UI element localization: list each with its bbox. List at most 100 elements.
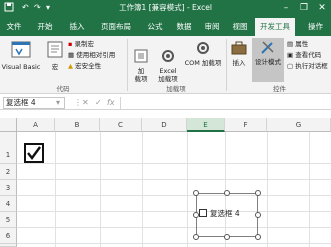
com-addins-button[interactable]: COM 加载项 [183, 39, 223, 67]
minimize-icon[interactable]: – [277, 0, 295, 16]
gridline [142, 132, 143, 247]
toolbox-icon [231, 41, 247, 55]
gridline [17, 195, 331, 196]
name-box-dropdown-icon[interactable]: ▾ [56, 97, 60, 109]
design-mode-label: 设计模式 [255, 58, 281, 66]
record-macro-label: 录制宏 [74, 40, 94, 48]
resize-handle[interactable] [224, 234, 230, 240]
resize-handle[interactable] [255, 212, 261, 218]
use-relative-label: 使用相对引用 [76, 51, 116, 59]
column-header[interactable]: A [17, 118, 55, 132]
record-macro-button[interactable]: ▪ 录制宏 [68, 40, 94, 49]
run-dialog-button[interactable]: ▢ 执行对话框 [287, 62, 328, 71]
design-mode-icon [261, 41, 274, 54]
record-macro-icon: ▪ [68, 40, 73, 48]
column-header[interactable]: F [225, 118, 267, 132]
resize-handle[interactable] [193, 234, 199, 240]
visual-basic-icon [11, 41, 31, 58]
com-addins-label: COM 加载项 [184, 59, 222, 67]
macros-button[interactable]: 宏 [44, 39, 66, 71]
addins-label: 加 载项 [134, 67, 148, 83]
column-header-selected[interactable]: E [187, 118, 225, 132]
gridline [17, 179, 331, 180]
tab-data[interactable]: 数据 [172, 18, 196, 36]
properties-icon: ▤ [287, 40, 294, 48]
worksheet-grid[interactable]: A B C D E F G 1 2 3 4 5 6 7 [0, 118, 331, 247]
resize-handle[interactable] [224, 190, 230, 196]
checkbox-control[interactable]: 复选框 4 [199, 209, 240, 219]
row-header[interactable]: 2 [0, 164, 17, 180]
checkmark-icon [27, 146, 41, 160]
column-header[interactable]: G [267, 118, 331, 132]
row-header[interactable]: 3 [0, 180, 17, 196]
title-bar: ↶ ↷ ▾ 工作簿1 [兼容模式] - Excel – ❐ ✕ [0, 0, 331, 16]
addins-group-label: 加载项 [166, 85, 186, 93]
tab-insert[interactable]: 插入 [64, 18, 90, 36]
properties-label: 属性 [295, 40, 309, 48]
visual-basic-label: Visual Basic [1, 63, 41, 71]
gridline [17, 163, 331, 164]
gridline [267, 132, 268, 247]
com-gear-icon [197, 42, 209, 54]
insert-function-icon[interactable]: fx [107, 97, 115, 109]
addins-icon [134, 49, 148, 63]
cancel-icon[interactable]: ✕ [82, 97, 89, 109]
row-header[interactable]: 6 [0, 228, 17, 244]
group-separator [226, 39, 227, 91]
tab-home[interactable]: 开始 [32, 18, 58, 36]
use-relative-reference-button[interactable]: ▦ 使用相对引用 [68, 51, 115, 60]
ribbon-tabs: 文件 开始 插入 页面布局 公式 数据 审阅 视图 开发工具 操作 [0, 16, 331, 36]
gridline [100, 132, 101, 247]
gridline [17, 243, 331, 244]
ribbon-developer: Visual Basic 宏 ▪ 录制宏 ▦ 使用相对引用 ▲ 宏安全性 代码 … [0, 36, 331, 94]
tab-view[interactable]: 视图 [228, 18, 252, 36]
gridline [55, 132, 56, 247]
row-header[interactable]: 5 [0, 212, 17, 228]
tab-page-layout[interactable]: 页面布局 [96, 18, 136, 36]
run-dialog-icon: ▢ [287, 62, 294, 70]
column-header[interactable]: B [55, 118, 100, 132]
resize-handle[interactable] [193, 190, 199, 196]
relative-reference-icon: ▦ [68, 51, 75, 59]
gridline [17, 227, 331, 228]
checkbox-control-label: 复选框 4 [210, 209, 240, 218]
visual-basic-button[interactable]: Visual Basic [1, 39, 41, 71]
tab-tell-me[interactable]: 操作 [300, 18, 331, 36]
macro-security-button[interactable]: ▲ 宏安全性 [68, 62, 101, 71]
formula-input[interactable] [120, 97, 328, 109]
view-code-icon: ▣ [287, 51, 294, 59]
gridline [187, 132, 188, 247]
warning-icon: ▲ [68, 62, 73, 70]
view-code-button[interactable]: ▣ 查看代码 [287, 51, 321, 60]
run-dialog-label: 执行对话框 [295, 62, 328, 70]
resize-handle[interactable] [255, 190, 261, 196]
column-header[interactable]: C [100, 118, 142, 132]
checkbox-box-icon[interactable] [199, 209, 207, 217]
insert-control-button[interactable]: 插入 [229, 39, 249, 67]
macros-icon [47, 41, 63, 58]
column-header[interactable]: D [142, 118, 187, 132]
close-icon[interactable]: ✕ [313, 0, 331, 16]
select-all-corner[interactable] [0, 118, 17, 132]
view-code-label: 查看代码 [295, 51, 322, 59]
gridline [309, 132, 310, 247]
restore-icon[interactable]: ❐ [295, 0, 313, 16]
properties-button[interactable]: ▤ 属性 [287, 40, 308, 49]
controls-group-label: 控件 [273, 85, 286, 93]
formula-separator-icon: ⋮ [74, 98, 82, 107]
tab-formulas[interactable]: 公式 [142, 18, 168, 36]
tab-review[interactable]: 审阅 [200, 18, 224, 36]
tab-developer[interactable]: 开发工具 [255, 18, 295, 36]
row-header[interactable]: 4 [0, 196, 17, 212]
macro-security-label: 宏安全性 [75, 62, 102, 70]
checked-checkbox-cell-a1[interactable] [24, 143, 44, 163]
tab-file[interactable]: 文件 [2, 18, 26, 36]
design-mode-button[interactable]: 设计模式 [252, 38, 284, 82]
insert-label: 插入 [232, 59, 246, 67]
resize-handle[interactable] [255, 234, 261, 240]
gear-icon [162, 50, 174, 62]
excel-addins-label: Excel 加载项 [158, 67, 178, 83]
enter-icon[interactable]: ✓ [95, 97, 102, 109]
formula-bar: 复选框 4 ▾ ⋮ ✕ ✓ fx [0, 95, 331, 110]
row-header[interactable]: 1 [0, 132, 17, 164]
